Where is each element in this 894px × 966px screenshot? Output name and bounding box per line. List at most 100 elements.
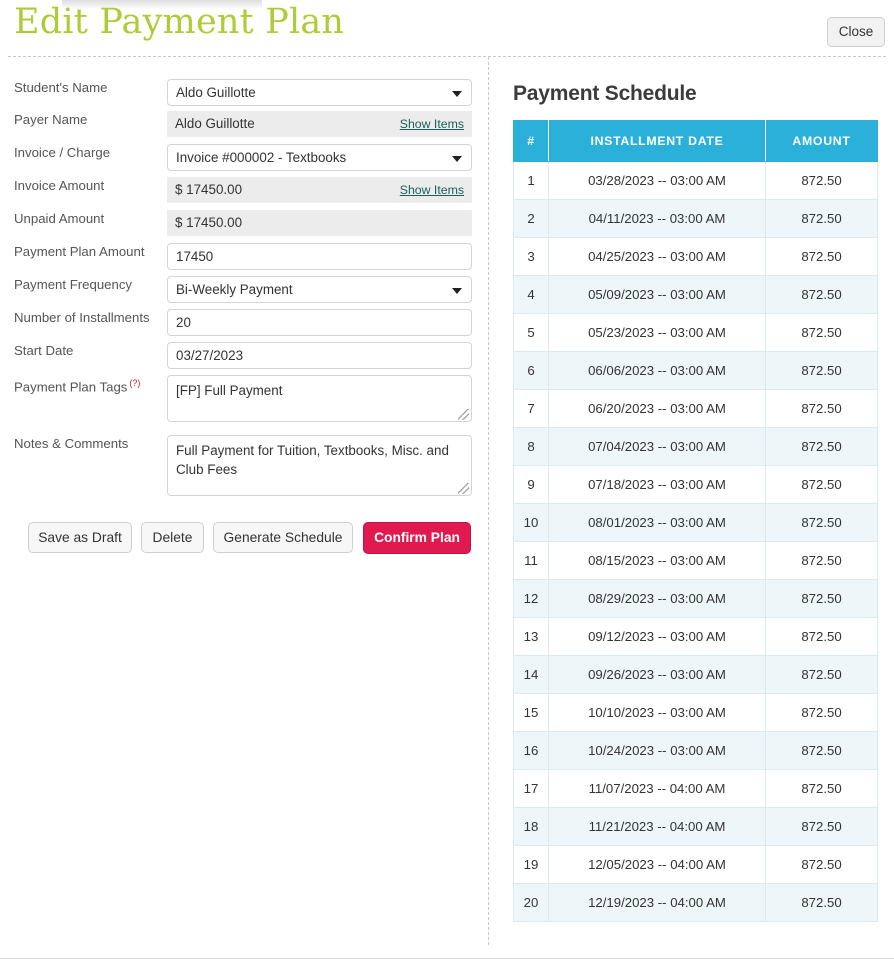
readonly-unpaid-amount: $ 17450.00 — [167, 210, 472, 236]
select-student-s-name[interactable]: Aldo Guillotte — [167, 79, 472, 106]
input-start-date[interactable]: 03/27/2023 — [167, 342, 472, 369]
installment-date: 12/19/2023 -- 04:00 AM — [549, 884, 766, 922]
table-header-row: #INSTALLMENT DATEAMOUNT — [514, 121, 878, 162]
installment-date: 10/24/2023 -- 03:00 AM — [549, 732, 766, 770]
table-row: 2012/19/2023 -- 04:00 AM872.50 — [514, 884, 878, 922]
resize-handle-icon[interactable] — [458, 409, 469, 420]
table-row: 304/25/2023 -- 03:00 AM872.50 — [514, 238, 878, 276]
installment-amount: 872.50 — [766, 656, 878, 694]
installment-date: 12/05/2023 -- 04:00 AM — [549, 846, 766, 884]
installment-amount: 872.50 — [766, 770, 878, 808]
table-row: 807/04/2023 -- 03:00 AM872.50 — [514, 428, 878, 466]
schedule-title: Payment Schedule — [513, 82, 697, 106]
select-value: Bi-Weekly Payment — [176, 282, 293, 297]
close-button[interactable]: Close — [827, 17, 885, 47]
installment-number: 3 — [514, 238, 549, 276]
installment-amount: 872.50 — [766, 846, 878, 884]
installment-amount: 872.50 — [766, 162, 878, 200]
table-row: 1510/10/2023 -- 03:00 AM872.50 — [514, 694, 878, 732]
control-student-s-name: Aldo Guillotte — [167, 79, 472, 106]
show-items-link[interactable]: Show Items — [400, 111, 464, 137]
page-title: Edit Payment Plan — [14, 2, 344, 42]
label-number-of-installments: Number of Installments — [14, 309, 164, 326]
installment-number: 11 — [514, 542, 549, 580]
table-row: 505/23/2023 -- 03:00 AM872.50 — [514, 314, 878, 352]
help-icon[interactable]: (?) — [129, 378, 140, 388]
readonly-invoice-amount: $ 17450.00 Show Items — [167, 177, 472, 203]
installment-number: 6 — [514, 352, 549, 390]
select-payment-frequency[interactable]: Bi-Weekly Payment — [167, 276, 472, 303]
installment-number: 7 — [514, 390, 549, 428]
table-row: 606/06/2023 -- 03:00 AM872.50 — [514, 352, 878, 390]
installment-date: 11/21/2023 -- 04:00 AM — [549, 808, 766, 846]
installment-date: 04/25/2023 -- 03:00 AM — [549, 238, 766, 276]
installment-number: 14 — [514, 656, 549, 694]
installment-amount: 872.50 — [766, 504, 878, 542]
installment-number: 16 — [514, 732, 549, 770]
installment-amount: 872.50 — [766, 694, 878, 732]
label-payment-frequency: Payment Frequency — [14, 276, 164, 293]
readonly-value: $ 17450.00 — [175, 182, 242, 197]
installment-date: 09/12/2023 -- 03:00 AM — [549, 618, 766, 656]
chevron-down-icon — [452, 91, 462, 97]
label-start-date: Start Date — [14, 342, 164, 359]
installment-amount: 872.50 — [766, 466, 878, 504]
show-items-link[interactable]: Show Items — [400, 177, 464, 203]
label-invoice-charge: Invoice / Charge — [14, 144, 164, 161]
table-row: 1108/15/2023 -- 03:00 AM872.50 — [514, 542, 878, 580]
input-number-of-installments[interactable]: 20 — [167, 309, 472, 336]
modal-header: Edit Payment Plan Close — [0, 0, 894, 56]
installment-amount: 872.50 — [766, 580, 878, 618]
control-start-date: 03/27/2023 — [167, 342, 472, 369]
textarea-payment-plan-tags[interactable]: [FP] Full Payment — [167, 375, 472, 422]
installment-date: 07/18/2023 -- 03:00 AM — [549, 466, 766, 504]
table-row: 1309/12/2023 -- 03:00 AM872.50 — [514, 618, 878, 656]
installment-amount: 872.50 — [766, 428, 878, 466]
label-unpaid-amount: Unpaid Amount — [14, 210, 164, 227]
payment-schedule-table: #INSTALLMENT DATEAMOUNT 103/28/2023 -- 0… — [513, 120, 878, 922]
table-row: 1912/05/2023 -- 04:00 AM872.50 — [514, 846, 878, 884]
textarea-notes-comments[interactable]: Full Payment for Tuition, Textbooks, Mis… — [167, 435, 472, 496]
installment-number: 13 — [514, 618, 549, 656]
installment-amount: 872.50 — [766, 238, 878, 276]
table-row: 1711/07/2023 -- 04:00 AM872.50 — [514, 770, 878, 808]
resize-handle-icon[interactable] — [458, 483, 469, 494]
column-header-0: # — [514, 121, 549, 162]
label-payer-name: Payer Name — [14, 111, 164, 128]
select-invoice-charge[interactable]: Invoice #000002 - Textbooks — [167, 144, 472, 171]
payment-schedule-panel: Payment Schedule #INSTALLMENT DATEAMOUNT… — [489, 57, 894, 966]
column-header-2: AMOUNT — [766, 121, 878, 162]
installment-amount: 872.50 — [766, 314, 878, 352]
installment-amount: 872.50 — [766, 884, 878, 922]
installment-amount: 872.50 — [766, 200, 878, 238]
table-row: 1409/26/2023 -- 03:00 AM872.50 — [514, 656, 878, 694]
table-row: 1208/29/2023 -- 03:00 AM872.50 — [514, 580, 878, 618]
installment-number: 4 — [514, 276, 549, 314]
select-value: Invoice #000002 - Textbooks — [176, 150, 346, 165]
installment-date: 08/01/2023 -- 03:00 AM — [549, 504, 766, 542]
column-header-1: INSTALLMENT DATE — [549, 121, 766, 162]
installment-date: 06/06/2023 -- 03:00 AM — [549, 352, 766, 390]
installment-amount: 872.50 — [766, 390, 878, 428]
installment-amount: 872.50 — [766, 732, 878, 770]
textarea-value: [FP] Full Payment — [176, 383, 282, 398]
chevron-down-icon — [452, 156, 462, 162]
installment-number: 1 — [514, 162, 549, 200]
installment-number: 8 — [514, 428, 549, 466]
delete-button[interactable]: Delete — [141, 522, 204, 553]
payment-plan-form: Student's NameAldo GuillottePayer NameAl… — [0, 57, 488, 966]
installment-number: 12 — [514, 580, 549, 618]
confirm-plan-button[interactable]: Confirm Plan — [363, 522, 471, 554]
control-invoice-charge: Invoice #000002 - Textbooks — [167, 144, 472, 171]
label-student-s-name: Student's Name — [14, 79, 164, 96]
control-payment-frequency: Bi-Weekly Payment — [167, 276, 472, 303]
save-as-draft-button[interactable]: Save as Draft — [28, 522, 132, 553]
installment-date: 10/10/2023 -- 03:00 AM — [549, 694, 766, 732]
installment-date: 06/20/2023 -- 03:00 AM — [549, 390, 766, 428]
installment-date: 08/29/2023 -- 03:00 AM — [549, 580, 766, 618]
input-payment-plan-amount[interactable]: 17450 — [167, 243, 472, 270]
control-invoice-amount: $ 17450.00 Show Items — [167, 177, 472, 203]
table-row: 1008/01/2023 -- 03:00 AM872.50 — [514, 504, 878, 542]
installment-date: 05/23/2023 -- 03:00 AM — [549, 314, 766, 352]
generate-schedule-button[interactable]: Generate Schedule — [213, 522, 353, 553]
